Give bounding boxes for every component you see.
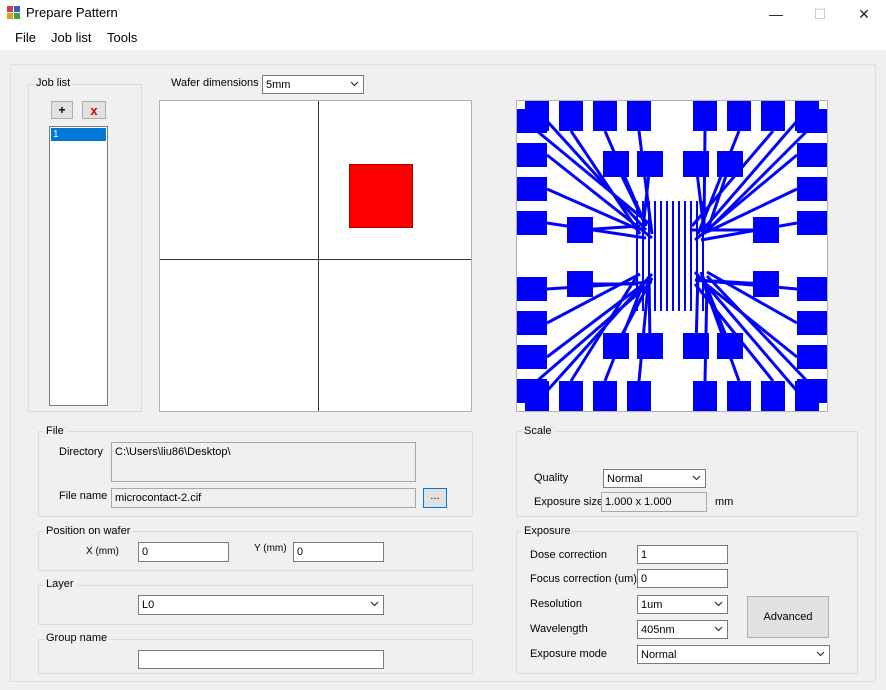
browse-button[interactable]: ... — [423, 488, 447, 508]
job-list-item[interactable]: 1 — [51, 128, 106, 141]
pattern-pad-2 — [517, 109, 547, 133]
chevron-down-icon — [714, 626, 723, 632]
resolution-select[interactable]: 1um — [637, 595, 728, 614]
group-name-input[interactable] — [138, 650, 384, 669]
window-title: Prepare Pattern — [26, 5, 118, 20]
pattern-pad-10 — [517, 177, 547, 201]
dose-correction-label: Dose correction — [530, 549, 608, 561]
wafer-vertical-axis — [318, 101, 319, 411]
maximize-button[interactable]: ☐ — [798, 0, 842, 28]
x-position-input[interactable]: 0 — [138, 542, 229, 562]
pattern-trace-47 — [699, 120, 799, 233]
wafer-dimensions-label: Wafer dimensions — [171, 77, 259, 89]
file-name-field[interactable]: microcontact-2.cif — [111, 488, 416, 508]
y-position-label: Y (mm) — [254, 543, 287, 554]
layer-select[interactable]: L0 — [138, 595, 384, 615]
pattern-pad-13 — [627, 381, 651, 411]
pattern-trace-46 — [545, 119, 648, 232]
group-name-title: Group name — [44, 632, 110, 644]
exposure-size-unit: mm — [715, 496, 734, 508]
pattern-position-marker[interactable] — [349, 164, 413, 228]
pattern-pad-21 — [727, 381, 751, 411]
file-name-label: File name — [59, 490, 108, 502]
pattern-pad-23 — [797, 311, 827, 335]
pattern-pad-4 — [559, 101, 583, 131]
pattern-pad-5 — [559, 381, 583, 411]
y-position-input[interactable]: 0 — [293, 542, 384, 562]
chevron-down-icon — [692, 475, 701, 481]
wafer-dimensions-value: 5mm — [266, 79, 291, 91]
pattern-pad-24 — [761, 101, 785, 131]
directory-field[interactable]: C:\Users\liu86\Desktop\ — [111, 442, 416, 482]
pattern-pad-28 — [795, 101, 819, 131]
exposure-size-label: Exposure size — [534, 496, 604, 508]
pattern-pad-20 — [727, 101, 751, 131]
pattern-trace-44 — [536, 129, 653, 228]
pattern-pad-19 — [797, 277, 827, 301]
chevron-down-icon — [370, 601, 379, 607]
layer-value: L0 — [142, 599, 155, 611]
exposure-group-title: Exposure — [522, 525, 573, 537]
exposure-mode-select[interactable]: Normal — [637, 645, 830, 664]
wafer-horizontal-axis — [160, 259, 471, 260]
pattern-pad-9 — [593, 381, 617, 411]
quality-select[interactable]: Normal — [603, 469, 706, 488]
job-list-title: Job list — [34, 77, 73, 89]
pattern-pad-7 — [797, 143, 827, 167]
x-position-label: X (mm) — [86, 546, 119, 557]
file-group-title: File — [44, 425, 66, 437]
layer-group-title: Layer — [44, 578, 76, 590]
job-listbox[interactable]: 1 — [49, 126, 108, 406]
menu-tools[interactable]: Tools — [107, 30, 137, 45]
app-icon — [7, 6, 20, 19]
pattern-pad-6 — [517, 143, 547, 167]
scale-group-title: Scale — [522, 425, 554, 437]
pattern-pad-16 — [693, 101, 717, 131]
pattern-pad-12 — [627, 101, 651, 131]
pattern-pad-18 — [517, 277, 547, 301]
pattern-preview-image — [517, 101, 827, 411]
pattern-pad-25 — [761, 381, 785, 411]
directory-label: Directory — [59, 446, 104, 458]
pattern-pad-31 — [797, 379, 827, 403]
pattern-pad-11 — [797, 177, 827, 201]
quality-label: Quality — [534, 472, 569, 484]
close-button[interactable]: ✕ — [842, 0, 886, 28]
pattern-preview — [516, 100, 828, 412]
exposure-mode-label: Exposure mode — [530, 648, 608, 660]
chevron-down-icon — [816, 651, 825, 657]
add-job-button[interactable]: + — [51, 101, 73, 119]
pattern-pad-14 — [517, 211, 547, 235]
pattern-pad-22 — [517, 311, 547, 335]
chevron-down-icon — [714, 601, 723, 607]
pattern-pad-26 — [517, 345, 547, 369]
wafer-dimensions-select[interactable]: 5mm — [262, 75, 364, 94]
pattern-pad-30 — [517, 379, 547, 403]
wavelength-value: 405nm — [641, 624, 675, 636]
wavelength-label: Wavelength — [530, 623, 588, 635]
exposure-mode-value: Normal — [641, 649, 677, 661]
quality-value: Normal — [607, 473, 643, 485]
chevron-down-icon — [350, 81, 359, 87]
advanced-button[interactable]: Advanced — [747, 596, 829, 638]
focus-correction-input[interactable]: 0 — [637, 569, 728, 588]
minimize-button[interactable]: — — [754, 0, 798, 28]
focus-correction-label: Focus correction (um) — [530, 573, 637, 585]
pattern-pad-27 — [797, 345, 827, 369]
pattern-trace-75 — [693, 271, 799, 392]
wavelength-select[interactable]: 405nm — [637, 620, 728, 639]
menu-file[interactable]: File — [15, 30, 36, 45]
resolution-value: 1um — [641, 599, 663, 611]
exposure-size-field: 1.000 x 1.000 — [601, 492, 707, 512]
remove-job-button[interactable]: x — [82, 101, 106, 119]
resolution-label: Resolution — [530, 598, 582, 610]
pattern-pad-17 — [693, 381, 717, 411]
dose-correction-input[interactable]: 1 — [637, 545, 728, 564]
position-group-title: Position on wafer — [44, 525, 133, 537]
wafer-view[interactable] — [159, 100, 472, 412]
pattern-pad-8 — [593, 101, 617, 131]
menu-job-list[interactable]: Job list — [51, 30, 91, 45]
pattern-pad-15 — [797, 211, 827, 235]
